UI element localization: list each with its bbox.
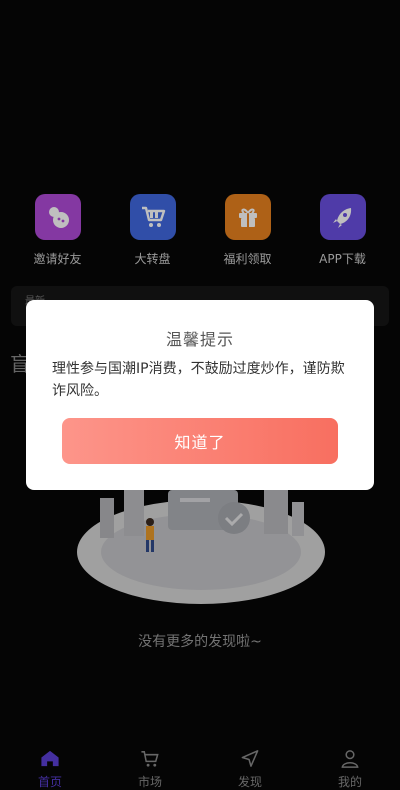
warm-tips-dialog: 温馨提示 理性参与国潮IP消费，不鼓励过度炒作，谨防欺诈风险。 知道了 bbox=[26, 300, 374, 490]
dialog-title: 温馨提示 bbox=[165, 330, 234, 349]
dialog-message: 理性参与国潮IP消费，不鼓励过度炒作，谨防欺诈风险。 bbox=[52, 361, 345, 399]
got-it-button[interactable]: 知道了 bbox=[62, 418, 338, 464]
